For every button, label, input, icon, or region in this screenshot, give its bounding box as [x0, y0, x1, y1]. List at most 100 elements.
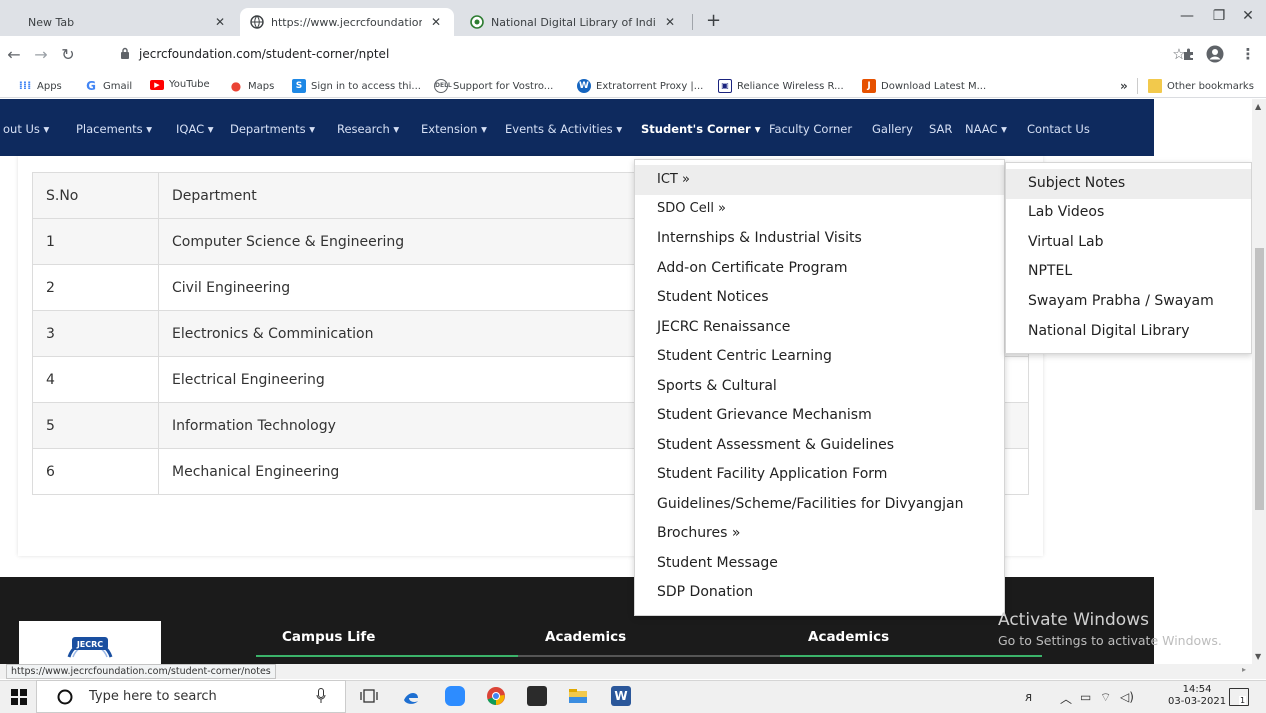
submenu-item-lab-videos[interactable]: Lab Videos — [1028, 204, 1104, 220]
bookmark-maps[interactable]: ● Maps — [229, 79, 275, 93]
nav-placements[interactable]: Placements ▾ — [76, 122, 152, 136]
bookmark-download[interactable]: J Download Latest M... — [862, 79, 986, 93]
minimize-icon[interactable]: — — [1172, 8, 1202, 24]
nav-iqac[interactable]: IQAC ▾ — [176, 122, 214, 136]
reload-icon[interactable]: ↻ — [58, 45, 78, 65]
extensions-puzzle-icon[interactable] — [1182, 47, 1196, 61]
cell-sno: 5 — [32, 402, 159, 449]
bookmark-label: Support for Vostro... — [453, 80, 554, 92]
tab-jecrc[interactable]: https://www.jecrcfoundation.com ✕ — [240, 8, 454, 36]
forward-arrow-icon[interactable]: → — [31, 45, 51, 65]
bookmark-label: Download Latest M... — [881, 80, 987, 92]
nav-faculty-corner[interactable]: Faculty Corner — [769, 122, 852, 136]
submenu-item-nptel[interactable]: NPTEL — [1028, 263, 1072, 279]
bookmark-support-vostro[interactable]: DELL Support for Vostro... — [434, 79, 553, 93]
menu-item-sdo-cell[interactable]: SDO Cell » — [657, 201, 726, 216]
menu-item-addon-certificate[interactable]: Add-on Certificate Program — [657, 260, 848, 276]
nav-extension[interactable]: Extension ▾ — [421, 122, 487, 136]
nav-naac[interactable]: NAAC ▾ — [965, 122, 1007, 136]
bookmark-label: Apps — [37, 80, 62, 92]
windows-start-icon[interactable] — [11, 689, 27, 705]
nav-research[interactable]: Research ▾ — [337, 122, 399, 136]
scrollbar-thumb[interactable] — [1255, 248, 1264, 510]
wifi-icon[interactable]: ⌔ — [1100, 690, 1111, 705]
menu-item-student-message[interactable]: Student Message — [657, 555, 778, 571]
url-text[interactable]: jecrcfoundation.com/student-corner/nptel — [139, 47, 389, 61]
bookmark-label: Gmail — [103, 80, 133, 92]
close-window-icon[interactable]: ✕ — [1233, 8, 1263, 24]
cell-sno: 1 — [32, 218, 159, 265]
notification-center-icon[interactable]: 1 — [1229, 688, 1249, 706]
nav-about-us[interactable]: out Us ▾ — [3, 122, 49, 136]
menu-item-sdp-donation[interactable]: SDP Donation — [657, 584, 753, 600]
bookmark-divider — [1137, 78, 1138, 94]
submenu-item-subject-notes[interactable]: Subject Notes — [1028, 175, 1125, 191]
close-icon[interactable]: ✕ — [212, 15, 228, 29]
file-explorer-icon[interactable] — [568, 686, 588, 706]
menu-item-ict[interactable]: ICT » — [657, 172, 690, 187]
bookmark-sign-in[interactable]: S Sign in to access thi... — [292, 79, 421, 93]
menu-item-student-centric[interactable]: Student Centric Learning — [657, 348, 832, 364]
cell-sno: 3 — [32, 310, 159, 357]
scroll-right-arrow-icon[interactable]: ▸ — [1242, 665, 1246, 674]
microphone-icon[interactable] — [316, 688, 326, 704]
word-app-icon[interactable]: W — [611, 686, 631, 706]
nav-sar[interactable]: SAR — [929, 122, 952, 136]
scroll-down-arrow-icon[interactable]: ▼ — [1255, 652, 1261, 661]
bookmark-gmail[interactable]: G Gmail — [84, 79, 132, 93]
menu-item-student-notices[interactable]: Student Notices — [657, 289, 769, 305]
close-icon[interactable]: ✕ — [662, 15, 678, 29]
kebab-menu-icon[interactable]: ⋮ — [1238, 45, 1258, 63]
people-icon[interactable]: ᴙ — [1025, 690, 1032, 704]
bookmark-extratorrent[interactable]: W Extratorrent Proxy |... — [577, 79, 703, 93]
menu-item-brochures[interactable]: Brochures » — [657, 525, 740, 541]
close-icon[interactable]: ✕ — [428, 15, 444, 29]
bookmark-reliance[interactable]: ▣ Reliance Wireless R... — [718, 79, 844, 93]
restore-icon[interactable]: ❐ — [1204, 8, 1234, 24]
chrome-icon[interactable] — [486, 686, 506, 706]
nav-contact-us[interactable]: Contact Us — [1027, 122, 1090, 136]
header-sno: S.No — [32, 172, 159, 219]
menu-item-assessment[interactable]: Student Assessment & Guidelines — [657, 437, 894, 453]
menu-item-internships[interactable]: Internships & Industrial Visits — [657, 230, 862, 246]
menu-item-grievance[interactable]: Student Grievance Mechanism — [657, 407, 872, 423]
submenu-item-swayam[interactable]: Swayam Prabha / Swayam — [1028, 293, 1214, 309]
submenu-item-ndl[interactable]: National Digital Library — [1028, 323, 1190, 339]
menu-item-renaissance[interactable]: JECRC Renaissance — [657, 319, 790, 335]
clock-time: 14:54 — [1182, 684, 1212, 695]
back-arrow-icon[interactable]: ← — [4, 45, 24, 65]
bookmark-label: YouTube — [169, 79, 210, 90]
zoom-app-icon[interactable] — [445, 686, 465, 706]
bookmark-apps[interactable]: ⁞⁞⁞ Apps — [18, 79, 62, 93]
nav-departments[interactable]: Departments ▾ — [230, 122, 315, 136]
nav-events-activities[interactable]: Events & Activities ▾ — [505, 122, 622, 136]
more-bookmarks-chevron-icon[interactable]: » — [1120, 79, 1128, 93]
bookmark-other[interactable]: Other bookmarks — [1148, 79, 1254, 93]
taskbar-clock[interactable]: 14:54 03-03-2021 — [1168, 684, 1226, 708]
nav-gallery[interactable]: Gallery — [872, 122, 913, 136]
menu-item-divyangjan[interactable]: Guidelines/Scheme/Facilities for Divyang… — [657, 496, 964, 512]
tab-ndl[interactable]: National Digital Library of India ✕ — [460, 8, 688, 36]
taskbar-search-placeholder: Type here to search — [89, 689, 217, 704]
menu-item-sports-cultural[interactable]: Sports & Cultural — [657, 378, 777, 394]
menu-item-facility-form[interactable]: Student Facility Application Form — [657, 466, 887, 482]
bookmark-label: Sign in to access thi... — [311, 80, 421, 92]
battery-icon[interactable]: ▭ — [1080, 690, 1091, 704]
volume-icon[interactable]: ◁) — [1120, 690, 1134, 704]
jecrc-logo-icon: JECRC — [67, 637, 113, 658]
store-app-icon[interactable] — [527, 686, 547, 706]
folder-icon — [1148, 79, 1162, 93]
apps-grid-icon: ⁞⁞⁞ — [18, 79, 32, 92]
nav-students-corner[interactable]: Student's Corner ▾ — [641, 122, 761, 136]
tab-new-tab[interactable]: New Tab ✕ — [18, 8, 238, 36]
tray-chevron-up-icon[interactable]: ︿ — [1060, 690, 1072, 707]
new-tab-button[interactable]: + — [706, 12, 721, 30]
task-view-icon[interactable] — [360, 689, 378, 703]
scroll-up-arrow-icon[interactable]: ▲ — [1255, 102, 1261, 111]
profile-avatar-icon[interactable] — [1206, 45, 1224, 63]
bookmark-youtube[interactable]: ▶ YouTube — [150, 79, 210, 90]
edge-browser-icon[interactable] — [401, 686, 421, 706]
footer-heading-academics-2: Academics — [808, 629, 890, 645]
submenu-item-virtual-lab[interactable]: Virtual Lab — [1028, 234, 1103, 250]
tab-label: https://www.jecrcfoundation.com — [271, 15, 422, 29]
